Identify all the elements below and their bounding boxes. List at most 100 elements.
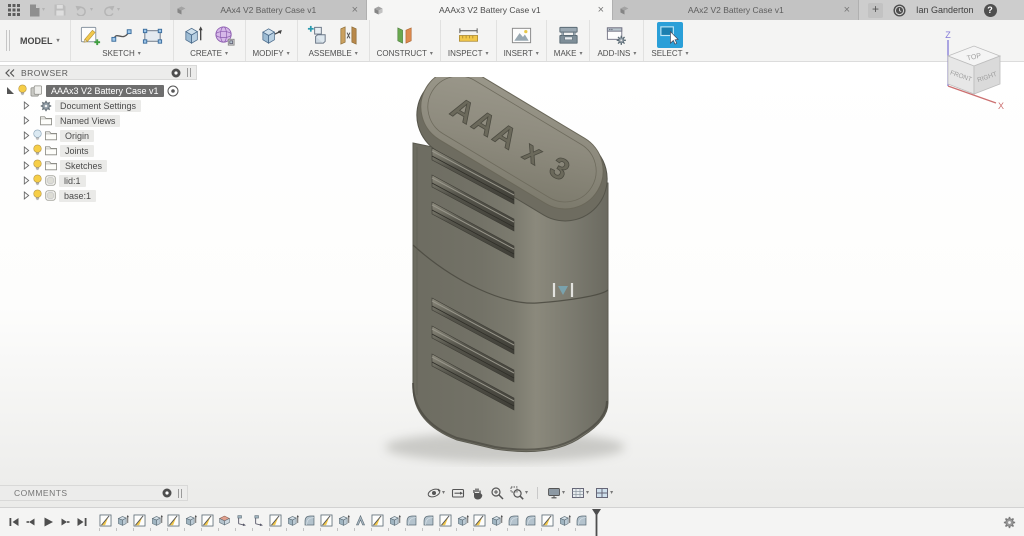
timeline-feature-fillet[interactable]: [303, 514, 316, 527]
panel-resize-grip[interactable]: [187, 68, 191, 77]
toolbar-group-label-make[interactable]: MAKE ▾: [554, 48, 583, 61]
timeline-feature-extrude[interactable]: [337, 514, 350, 527]
press-pull-button[interactable]: [258, 22, 284, 48]
view-cube[interactable]: TOP FRONT RIGHT Z X: [932, 30, 1014, 116]
save-button[interactable]: [51, 3, 69, 17]
timeline-feature-sketch[interactable]: [371, 514, 384, 527]
timeline-feature-sketch[interactable]: [269, 514, 282, 527]
comments-panel[interactable]: COMMENTS: [0, 485, 188, 501]
browser-item-sketches[interactable]: Sketches: [2, 159, 197, 173]
timeline-feature-sketch[interactable]: [439, 514, 452, 527]
timeline-feature-sketch[interactable]: [473, 514, 486, 527]
visibility-bulb-icon[interactable]: [33, 159, 42, 172]
timeline-feature-sketch[interactable]: [541, 514, 554, 527]
timeline-feature-extrude[interactable]: [388, 514, 401, 527]
document-tab-aax2-v2-battery-case-v1[interactable]: AAx2 V2 Battery Case v1 ×: [613, 0, 859, 20]
app-grid-button[interactable]: [5, 3, 23, 17]
document-tab-aaax3-v2-battery-case-v1[interactable]: AAAx3 V2 Battery Case v1 ×: [367, 0, 613, 20]
orbit-button[interactable]: ▾: [427, 486, 445, 500]
browser-item-root[interactable]: AAAx3 V2 Battery Case v1: [2, 84, 197, 98]
toolbar-group-label-assemble[interactable]: ASSEMBLE ▾: [309, 48, 358, 61]
expand-triangle-icon[interactable]: [23, 191, 30, 201]
timeline-feature-shell[interactable]: [218, 514, 231, 527]
timeline-feature-fillet[interactable]: [575, 514, 588, 527]
visibility-bulb-icon[interactable]: [33, 189, 42, 202]
collapse-panel-icon[interactable]: [5, 68, 15, 77]
expand-triangle-icon[interactable]: [23, 131, 30, 141]
insert-image-button[interactable]: [508, 22, 534, 48]
file-new-button[interactable]: ▾: [26, 3, 48, 18]
timeline-feature-extrude[interactable]: [286, 514, 299, 527]
timeline-feature-sketch[interactable]: [201, 514, 214, 527]
timeline-feature-fillet[interactable]: [405, 514, 418, 527]
select-button[interactable]: [656, 22, 683, 48]
expand-triangle-icon[interactable]: [6, 86, 15, 95]
toolbar-group-label-modify[interactable]: MODIFY ▾: [253, 48, 290, 61]
timeline-feature-fillet[interactable]: [524, 514, 537, 527]
joint-button[interactable]: [336, 22, 362, 48]
pan-button[interactable]: [471, 486, 484, 500]
timeline-feature-fillet[interactable]: [422, 514, 435, 527]
rectangle-button[interactable]: [140, 22, 166, 48]
viewports-button[interactable]: ▾: [595, 486, 613, 500]
timeline-feature-extrude[interactable]: [456, 514, 469, 527]
look-at-button[interactable]: [451, 486, 465, 500]
scripts-addins-button[interactable]: [604, 22, 630, 48]
expand-triangle-icon[interactable]: [23, 161, 30, 171]
timeline-feature-joint-origin[interactable]: [252, 514, 265, 527]
timeline-feature-extrude[interactable]: [490, 514, 503, 527]
toolbar-group-label-select[interactable]: SELECT ▾: [651, 48, 688, 61]
timeline-feature-draft[interactable]: [354, 514, 367, 527]
timeline-feature-extrude[interactable]: [558, 514, 571, 527]
zoom-button[interactable]: [490, 486, 504, 500]
workspace-selector[interactable]: MODEL ▾: [14, 30, 70, 52]
timeline-feature-extrude[interactable]: [184, 514, 197, 527]
expand-triangle-icon[interactable]: [23, 146, 30, 156]
browser-item-document-settings[interactable]: Document Settings: [2, 99, 197, 113]
undo-button[interactable]: ▾: [72, 4, 96, 17]
browser-item-named-views[interactable]: Named Views: [2, 114, 197, 128]
visibility-bulb-icon[interactable]: [33, 144, 42, 157]
toolbar-group-label-add-ins[interactable]: ADD-INS ▾: [597, 48, 636, 61]
browser-item-base-1[interactable]: base:1: [2, 189, 197, 203]
help-button[interactable]: ?: [983, 3, 997, 17]
display-settings-button[interactable]: ▾: [547, 486, 565, 500]
window-zoom-button[interactable]: ▾: [510, 486, 528, 500]
timeline-settings-gear-icon[interactable]: [1003, 516, 1016, 529]
toolbar-grip[interactable]: [6, 30, 10, 51]
new-tab-button[interactable]: +: [868, 2, 883, 18]
new-component-button[interactable]: [305, 22, 331, 48]
browser-item-lid-1[interactable]: lid:1: [2, 174, 197, 188]
create-sketch-button[interactable]: [78, 22, 104, 48]
timeline-feature-fillet[interactable]: [507, 514, 520, 527]
timeline-playhead[interactable]: [591, 508, 602, 536]
activate-component-icon[interactable]: [167, 85, 179, 97]
spline-button[interactable]: [109, 22, 135, 48]
extrude-button[interactable]: [181, 22, 207, 48]
toolbar-group-label-construct[interactable]: CONSTRUCT ▾: [377, 48, 433, 61]
toolbar-group-label-insert[interactable]: INSERT ▾: [504, 48, 539, 61]
expand-triangle-icon[interactable]: [23, 101, 30, 111]
go-to-start-button[interactable]: [8, 516, 20, 528]
close-tab-icon[interactable]: ×: [597, 4, 605, 16]
timeline-feature-joint-origin[interactable]: [235, 514, 248, 527]
close-tab-icon[interactable]: ×: [351, 4, 359, 16]
expand-triangle-icon[interactable]: [23, 176, 30, 186]
panel-options-icon[interactable]: [162, 488, 172, 498]
browser-panel-header[interactable]: BROWSER: [0, 65, 197, 80]
toolbar-group-label-sketch[interactable]: SKETCH ▾: [102, 48, 140, 61]
grid-display-button[interactable]: ▾: [571, 486, 589, 500]
play-button[interactable]: [42, 516, 54, 528]
browser-item-joints[interactable]: Joints: [2, 144, 197, 158]
timeline-feature-sketch[interactable]: [99, 514, 112, 527]
timeline-feature-sketch[interactable]: [320, 514, 333, 527]
timeline-feature-extrude[interactable]: [150, 514, 163, 527]
timeline-feature-extrude[interactable]: [116, 514, 129, 527]
expand-triangle-icon[interactable]: [23, 116, 30, 126]
print-3d-button[interactable]: [555, 22, 581, 48]
toolbar-group-label-create[interactable]: CREATE ▾: [190, 48, 228, 61]
user-name[interactable]: Ian Ganderton: [916, 5, 974, 15]
browser-item-origin[interactable]: Origin: [2, 129, 197, 143]
construction-plane-button[interactable]: [392, 22, 418, 48]
panel-resize-grip[interactable]: [178, 488, 182, 498]
